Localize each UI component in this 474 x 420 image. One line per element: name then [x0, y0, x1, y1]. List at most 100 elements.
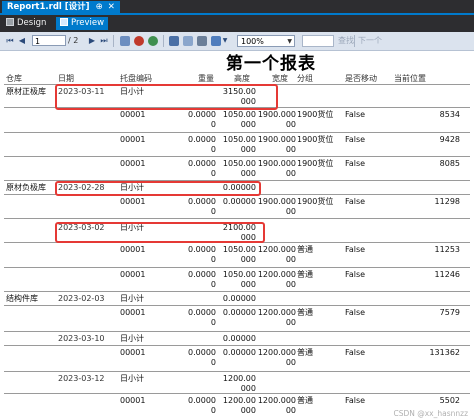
print-layout-icon[interactable]: [183, 36, 193, 46]
cell-location: 11246: [434, 270, 460, 279]
cell-moved: False: [345, 159, 366, 168]
highlight-box: [55, 222, 265, 243]
cell-group: 普通: [297, 245, 313, 254]
cell-group: 1900货位: [297, 135, 334, 144]
cell-moved: False: [345, 110, 366, 119]
cell-pallet-code: 日小计: [120, 294, 144, 303]
cell-date: 2023-03-10: [58, 334, 105, 343]
chevron-down-icon: ▼: [287, 38, 292, 45]
last-page-icon[interactable]: ⏭: [100, 35, 108, 47]
cell-weight: 0.0000 0: [188, 308, 216, 327]
highlight-box: [55, 181, 261, 196]
cell-warehouse: 原材负极库: [6, 183, 46, 192]
cell-group: 普通: [297, 308, 313, 317]
cell-width: 1200.000 00: [257, 308, 296, 327]
cell-width: 1200.000 00: [257, 348, 296, 367]
row-divider: [4, 291, 470, 292]
preview-icon: [60, 18, 68, 26]
cell-moved: False: [345, 308, 366, 317]
cell-pallet-code: 00001: [120, 348, 146, 357]
cell-location: 8534: [439, 110, 460, 119]
cell-weight: 0.0000 0: [188, 197, 216, 216]
page-total: / 2: [68, 36, 79, 45]
cell-moved: False: [345, 135, 366, 144]
header-moved: 是否移动: [345, 74, 377, 83]
view-tabs: Design Preview: [0, 15, 474, 32]
zoom-select[interactable]: 100% ▼: [237, 35, 295, 47]
find-next-button[interactable]: 下一个: [358, 35, 382, 47]
cell-height: 1050.00 000: [222, 159, 256, 178]
report-title: 第一个报表: [226, 54, 316, 74]
export-dropdown-icon[interactable]: ▼: [222, 35, 228, 47]
page-setup-icon[interactable]: [197, 36, 207, 46]
cell-height: 1050.00 000: [222, 245, 256, 264]
stop-icon[interactable]: [134, 36, 144, 46]
cell-pallet-code: 00001: [120, 159, 146, 168]
cell-width: 1200.000 00: [257, 245, 296, 264]
document-tab-bar: Report1.rdl [设计] ⊕ ✕: [0, 0, 474, 15]
cell-width: 1900.000 00: [257, 110, 296, 129]
cell-location: 9428: [439, 135, 460, 144]
cell-group: 1900货位: [297, 197, 334, 206]
report-page: 第一个报表 仓库 日期 托盘编码 重量 高度 宽度 分组 是否移动 当前位置 原材正极库 2023…: [0, 51, 474, 420]
cell-height: 0.00000: [222, 308, 256, 317]
cell-pallet-code: 日小计: [120, 334, 144, 343]
cell-pallet-code: 00001: [120, 135, 146, 144]
tab-design[interactable]: Design: [2, 17, 50, 30]
cell-moved: False: [345, 197, 366, 206]
header-width: 宽度: [272, 74, 288, 83]
export-icon[interactable]: [211, 36, 221, 46]
first-page-icon[interactable]: ⏮: [6, 35, 14, 47]
refresh-icon[interactable]: [148, 36, 158, 46]
cell-group: 普通: [297, 348, 313, 357]
cell-height: 1050.00 000: [222, 270, 256, 289]
row-divider: [4, 331, 470, 332]
cell-weight: 0.0000 0: [188, 110, 216, 129]
cell-date: 2023-02-03: [58, 294, 105, 303]
cell-weight: 0.0000 0: [188, 270, 216, 289]
row-divider: [4, 267, 470, 268]
cell-pallet-code: 00001: [120, 270, 146, 279]
cell-weight: 0.0000 0: [188, 245, 216, 264]
tab-preview[interactable]: Preview: [56, 17, 109, 30]
cell-width: 1900.000 00: [257, 159, 296, 178]
report-viewer-toolbar: ⏮ ◀ 1 / 2 ▶ ⏭ ▼ 100% ▼ 查找 下一个: [0, 32, 474, 51]
cell-location: 11253: [434, 245, 460, 254]
cell-pallet-code: 00001: [120, 308, 146, 317]
header-group: 分组: [297, 74, 313, 83]
design-icon: [6, 18, 14, 26]
cell-warehouse: 结构件库: [6, 294, 38, 303]
cell-width: 1900.000 00: [257, 135, 296, 154]
row-divider: [4, 218, 470, 219]
back-icon[interactable]: [120, 36, 130, 46]
header-location: 当前位置: [394, 74, 426, 83]
cell-weight: 0.0000 0: [188, 135, 216, 154]
cell-width: 1900.000 00: [257, 197, 296, 216]
cell-height: 0.00000: [222, 294, 256, 303]
header-pallet-code: 托盘编码: [120, 74, 152, 83]
cell-height: 1200.00 000: [222, 396, 256, 415]
find-button[interactable]: 查找: [338, 35, 354, 47]
cell-pallet-code: 日小计: [120, 374, 144, 383]
row-divider: [4, 305, 470, 306]
page-number-input[interactable]: 1: [32, 35, 66, 46]
tab-design-label: Design: [17, 18, 47, 28]
cell-location: 5502: [439, 396, 460, 405]
row-divider: [4, 393, 470, 394]
cell-pallet-code: 00001: [120, 396, 146, 405]
cell-location: 7579: [439, 308, 460, 317]
cell-warehouse: 原材正极库: [6, 87, 46, 96]
cell-width: 1200.000 00: [257, 396, 296, 415]
row-divider: [4, 132, 470, 133]
cell-height: 0.00000: [222, 348, 256, 357]
pin-icon[interactable]: ⊕: [96, 2, 103, 12]
next-page-icon[interactable]: ▶: [88, 35, 96, 47]
cell-height: 1050.00 000: [222, 110, 256, 129]
close-icon[interactable]: ✕: [108, 2, 115, 12]
previous-page-icon[interactable]: ◀: [18, 35, 26, 47]
cell-pallet-code: 00001: [120, 245, 146, 254]
find-input[interactable]: [302, 35, 334, 47]
cell-location: 8085: [439, 159, 460, 168]
cell-moved: False: [345, 270, 366, 279]
print-icon[interactable]: [169, 36, 179, 46]
